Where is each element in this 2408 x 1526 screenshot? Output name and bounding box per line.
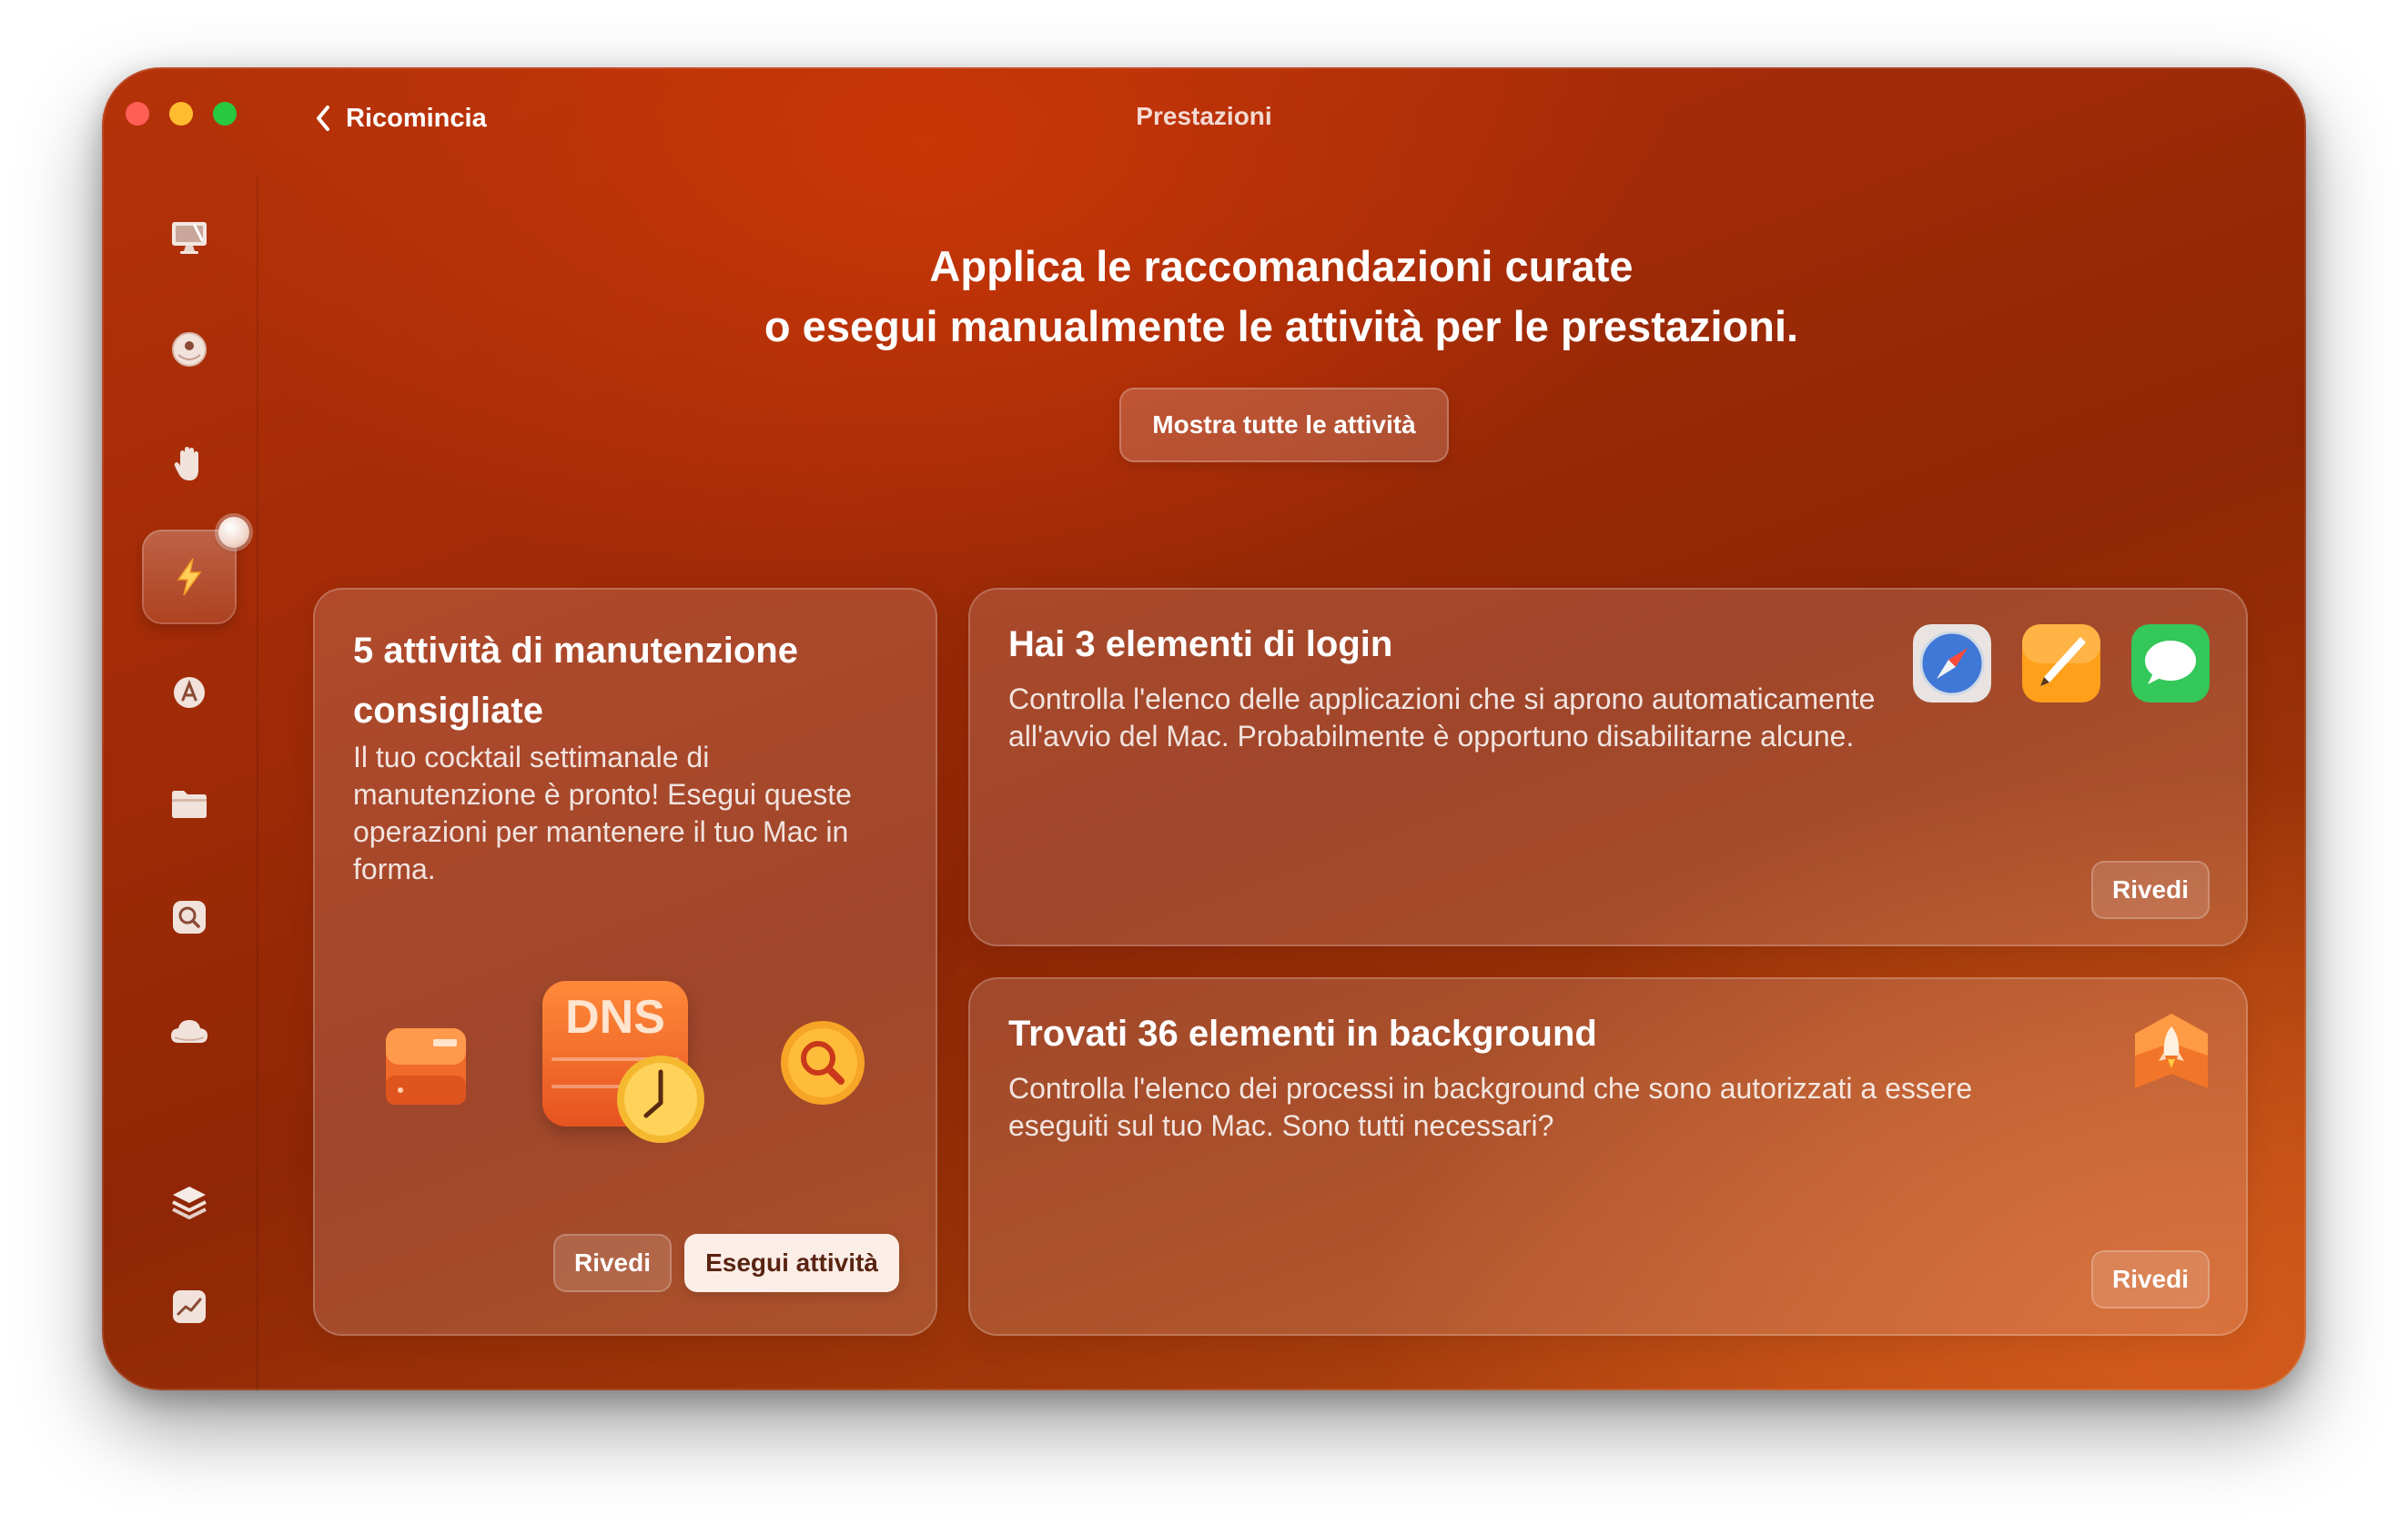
app-window: Ricomincia Prestazioni Applica le raccom… (102, 67, 2306, 1390)
monitor-broom-icon (172, 222, 207, 254)
sidebar-item-cleanup[interactable] (142, 189, 237, 284)
sidebar-item-protection[interactable] (142, 302, 237, 397)
space-lens-icon (173, 901, 206, 934)
login-items-title: Hai 3 elementi di login (1008, 624, 1393, 664)
maintenance-card: 5 attività di manutenzione consigliate I… (313, 588, 937, 1336)
background-items-title: Trovati 36 elementi in background (1008, 1014, 1597, 1054)
sidebar-item-space-lens[interactable] (142, 870, 237, 965)
hard-drive-icon (386, 1028, 466, 1105)
sidebar-divider (257, 177, 258, 1390)
sidebar-item-my-clutter[interactable] (142, 1156, 237, 1250)
pages-icon (2022, 624, 2100, 702)
shield-ball-icon (172, 332, 207, 367)
clock-icon (617, 1056, 704, 1143)
show-all-tasks-button[interactable]: Mostra tutte le attività (1119, 388, 1449, 462)
messages-icon (2131, 624, 2210, 702)
chart-icon (173, 1290, 206, 1323)
sidebar-item-files[interactable] (142, 757, 237, 852)
maintenance-review-button[interactable]: Rivedi (553, 1234, 672, 1292)
login-items-card: Hai 3 elementi di login Controlla l'elen… (968, 588, 2248, 946)
layers-icon (172, 1187, 207, 1219)
sidebar-item-assistant[interactable] (142, 1259, 237, 1354)
login-items-description: Controlla l'elenco delle applicazioni ch… (1008, 682, 1876, 753)
maintenance-description: Il tuo cocktail settimanale di manutenzi… (353, 741, 852, 885)
headline: Applica le raccomandazioni curate o eseg… (257, 237, 2306, 357)
rocket-icon (2135, 1014, 2208, 1088)
run-tasks-button[interactable]: Esegui attività (684, 1234, 899, 1292)
window-title: Prestazioni (1136, 102, 1272, 130)
background-items-review-button[interactable]: Rivedi (2091, 1250, 2210, 1309)
hand-icon (174, 447, 198, 480)
maintenance-title: 5 attività di manutenzione consigliate (353, 631, 798, 731)
headline-line-1: Applica le raccomandazioni curate (929, 242, 1634, 290)
background-items-card: Trovati 36 elementi in background Contro… (968, 977, 2248, 1336)
folder-icon (172, 791, 207, 818)
sidebar-item-cloud[interactable] (142, 985, 237, 1079)
sidebar-item-privacy[interactable] (142, 417, 237, 511)
background-items-description: Controlla l'elenco dei processi in backg… (1008, 1072, 1973, 1142)
sidebar-item-applications[interactable] (142, 644, 237, 739)
safari-icon (1913, 624, 1991, 702)
bolt-icon (177, 558, 202, 596)
headline-line-2: o esegui manualmente le attività per le … (764, 302, 1799, 350)
login-items-review-button[interactable]: Rivedi (2091, 861, 2210, 919)
dns-label: DNS (565, 991, 665, 1044)
apps-icon (174, 677, 205, 708)
magnifier-icon (781, 1021, 865, 1105)
cloud-icon (171, 1020, 207, 1043)
notification-badge (218, 517, 249, 548)
sidebar-item-performance[interactable] (142, 517, 249, 624)
